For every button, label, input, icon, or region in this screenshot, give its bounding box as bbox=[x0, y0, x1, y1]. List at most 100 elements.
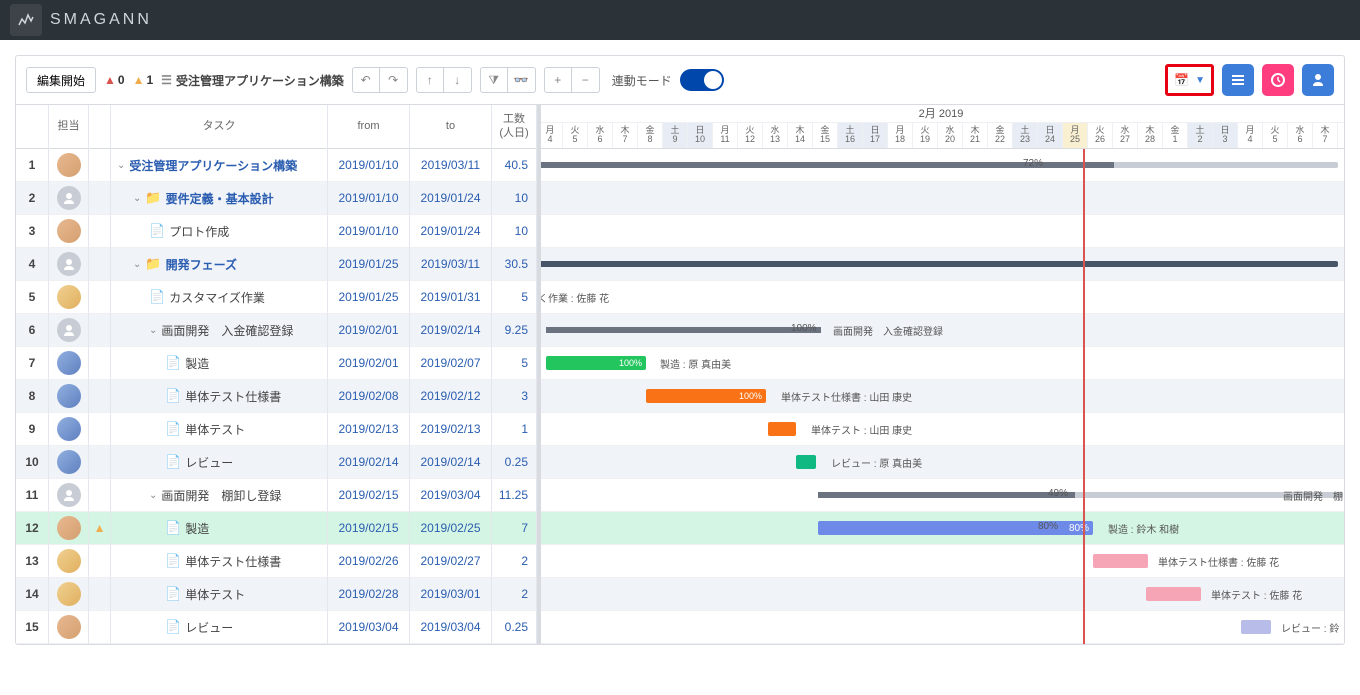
task-cell[interactable]: 📄カスタマイズ作業 bbox=[111, 281, 327, 314]
effort-cell[interactable]: 0.25 bbox=[492, 446, 536, 479]
task-cell[interactable]: 📄単体テスト仕様書 bbox=[111, 545, 327, 578]
task-cell[interactable]: 📄製造 bbox=[111, 347, 327, 380]
task-cell[interactable]: 📄製造 bbox=[111, 512, 327, 545]
task-cell[interactable]: 📄プロト作成 bbox=[111, 215, 327, 248]
gantt-bar[interactable] bbox=[546, 327, 821, 333]
to-date[interactable]: 2019/01/31 bbox=[410, 281, 491, 314]
person-view-button[interactable] bbox=[1302, 64, 1334, 96]
pane-resize-handle[interactable] bbox=[538, 105, 541, 644]
move-down-button[interactable]: ↓ bbox=[444, 67, 472, 93]
filter-button[interactable]: ⧩ bbox=[480, 67, 508, 93]
task-cell[interactable]: ⌄📁開発フェーズ bbox=[111, 248, 327, 281]
task-cell[interactable]: 📄レビュー bbox=[111, 446, 327, 479]
to-date[interactable]: 2019/02/27 bbox=[410, 545, 491, 578]
from-date[interactable]: 2019/02/08 bbox=[328, 380, 409, 413]
to-date[interactable]: 2019/03/11 bbox=[410, 149, 491, 182]
from-date[interactable]: 2019/02/15 bbox=[328, 512, 409, 545]
gantt-bar[interactable]: 100% bbox=[546, 356, 646, 370]
effort-cell[interactable]: 30.5 bbox=[492, 248, 536, 281]
to-date[interactable]: 2019/03/04 bbox=[410, 611, 491, 644]
effort-cell[interactable]: 7 bbox=[492, 512, 536, 545]
from-date[interactable]: 2019/02/28 bbox=[328, 578, 409, 611]
effort-cell[interactable]: 5 bbox=[492, 347, 536, 380]
from-date[interactable]: 2019/02/14 bbox=[328, 446, 409, 479]
from-date[interactable]: 2019/01/10 bbox=[328, 215, 409, 248]
expand-caret-icon[interactable]: ⌄ bbox=[149, 325, 157, 336]
task-cell[interactable]: 📄レビュー bbox=[111, 611, 327, 644]
to-date[interactable]: 2019/02/14 bbox=[410, 314, 491, 347]
zoom-out-button[interactable]: − bbox=[572, 67, 600, 93]
redo-button[interactable]: ↷ bbox=[380, 67, 408, 93]
to-date[interactable]: 2019/02/13 bbox=[410, 413, 491, 446]
from-date[interactable]: 2019/01/10 bbox=[328, 149, 409, 182]
from-date[interactable]: 2019/01/25 bbox=[328, 281, 409, 314]
gantt-bar[interactable]: 100% bbox=[646, 389, 766, 403]
task-cell[interactable]: ⌄受注管理アプリケーション構築 bbox=[111, 149, 327, 182]
to-date[interactable]: 2019/03/01 bbox=[410, 578, 491, 611]
gantt-bar[interactable] bbox=[818, 492, 1343, 498]
effort-cell[interactable]: 40.5 bbox=[492, 149, 536, 182]
chevron-down-icon: ▼ bbox=[1195, 75, 1205, 86]
to-date[interactable]: 2019/03/11 bbox=[410, 248, 491, 281]
to-date[interactable]: 2019/02/12 bbox=[410, 380, 491, 413]
task-cell[interactable]: 📄単体テスト bbox=[111, 413, 327, 446]
task-cell[interactable]: 📄単体テスト bbox=[111, 578, 327, 611]
to-date[interactable]: 2019/03/04 bbox=[410, 479, 491, 512]
glasses-button[interactable]: 👓 bbox=[508, 67, 536, 93]
day-cell: 月25 bbox=[1063, 123, 1088, 148]
list-view-button[interactable] bbox=[1222, 64, 1254, 96]
to-date[interactable]: 2019/01/24 bbox=[410, 215, 491, 248]
effort-cell[interactable]: 1 bbox=[492, 413, 536, 446]
effort-cell[interactable]: 5 bbox=[492, 281, 536, 314]
calendar-dropdown-button[interactable]: 📅 ▼ bbox=[1165, 64, 1214, 96]
edit-start-button[interactable]: 編集開始 bbox=[26, 67, 96, 93]
expand-caret-icon[interactable]: ⌄ bbox=[117, 160, 125, 171]
gantt-bar[interactable] bbox=[538, 261, 1338, 267]
gantt-bar[interactable] bbox=[538, 162, 1338, 168]
to-date[interactable]: 2019/02/14 bbox=[410, 446, 491, 479]
from-date[interactable]: 2019/02/13 bbox=[328, 413, 409, 446]
avatar bbox=[57, 186, 81, 210]
expand-caret-icon[interactable]: ⌄ bbox=[133, 259, 141, 270]
expand-caret-icon[interactable]: ⌄ bbox=[149, 490, 157, 501]
from-date[interactable]: 2019/02/26 bbox=[328, 545, 409, 578]
to-date[interactable]: 2019/02/25 bbox=[410, 512, 491, 545]
effort-cell[interactable]: 2 bbox=[492, 545, 536, 578]
from-date[interactable]: 2019/02/15 bbox=[328, 479, 409, 512]
effort-cell[interactable]: 10 bbox=[492, 182, 536, 215]
gantt-bar[interactable] bbox=[1093, 554, 1148, 568]
effort-cell[interactable]: 11.25 bbox=[492, 479, 536, 512]
effort-cell[interactable]: 10 bbox=[492, 215, 536, 248]
gantt-row: 単体テスト仕様書 : 佐藤 花 bbox=[538, 545, 1344, 578]
from-date[interactable]: 2019/01/25 bbox=[328, 248, 409, 281]
task-cell[interactable]: 📄単体テスト仕様書 bbox=[111, 380, 327, 413]
effort-cell[interactable]: 2 bbox=[492, 578, 536, 611]
task-cell[interactable]: ⌄画面開発 入金確認登録 bbox=[111, 314, 327, 347]
effort-cell[interactable]: 9.25 bbox=[492, 314, 536, 347]
bar-label: 単体テスト : 佐藤 花 bbox=[1211, 587, 1302, 602]
clock-view-button[interactable] bbox=[1262, 64, 1294, 96]
from-date[interactable]: 2019/02/01 bbox=[328, 347, 409, 380]
from-date[interactable]: 2019/02/01 bbox=[328, 314, 409, 347]
link-mode-toggle[interactable] bbox=[680, 69, 724, 91]
to-date[interactable]: 2019/02/07 bbox=[410, 347, 491, 380]
gantt-bar[interactable] bbox=[1241, 620, 1271, 634]
expand-caret-icon[interactable]: ⌄ bbox=[133, 193, 141, 204]
day-cell: 金8 bbox=[638, 123, 663, 148]
avatar bbox=[57, 384, 81, 408]
gantt-bar[interactable] bbox=[796, 455, 816, 469]
effort-cell[interactable]: 0.25 bbox=[492, 611, 536, 644]
from-date[interactable]: 2019/01/10 bbox=[328, 182, 409, 215]
task-cell[interactable]: ⌄📁要件定義・基本設計 bbox=[111, 182, 327, 215]
undo-button[interactable]: ↶ bbox=[352, 67, 380, 93]
gantt-bar[interactable] bbox=[768, 422, 796, 436]
percent-label: 72% bbox=[1023, 158, 1043, 169]
effort-cell[interactable]: 3 bbox=[492, 380, 536, 413]
move-up-button[interactable]: ↑ bbox=[416, 67, 444, 93]
assignee-cell bbox=[49, 182, 88, 215]
to-date[interactable]: 2019/01/24 bbox=[410, 182, 491, 215]
from-date[interactable]: 2019/03/04 bbox=[328, 611, 409, 644]
task-cell[interactable]: ⌄画面開発 棚卸し登録 bbox=[111, 479, 327, 512]
gantt-bar[interactable] bbox=[1146, 587, 1201, 601]
zoom-in-button[interactable]: + bbox=[544, 67, 572, 93]
